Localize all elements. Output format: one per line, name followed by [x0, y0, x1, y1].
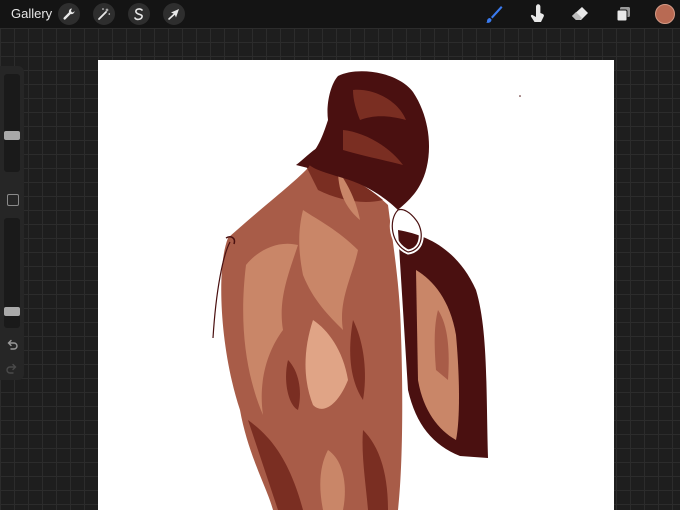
eraser-icon [572, 7, 588, 20]
smudge-icon [530, 4, 544, 22]
undo-button[interactable] [5, 337, 19, 351]
gallery-button[interactable]: Gallery [11, 6, 52, 21]
opacity-slider[interactable] [4, 218, 20, 328]
actions-button[interactable] [58, 3, 80, 25]
redo-arrow-icon [6, 363, 17, 374]
brush-size-thumb[interactable] [4, 131, 20, 141]
transform-button[interactable] [163, 3, 185, 25]
brush-size-slider[interactable] [4, 74, 20, 172]
brush-tool-button[interactable] [484, 4, 504, 24]
selection-icon [134, 8, 143, 21]
top-toolbar: Gallery [0, 0, 680, 28]
layers-button[interactable] [613, 4, 633, 24]
wrench-icon [63, 8, 75, 20]
adjustments-button[interactable] [93, 3, 115, 25]
back-illustration [212, 71, 521, 510]
drawing-canvas[interactable] [98, 60, 614, 510]
color-picker-button[interactable] [655, 4, 675, 24]
undo-arrow-icon [7, 339, 18, 350]
brush-icon [486, 6, 503, 23]
transform-arrow-icon [168, 9, 179, 20]
smudge-tool-button[interactable] [527, 4, 547, 24]
selection-button[interactable] [128, 3, 150, 25]
opacity-thumb[interactable] [4, 307, 20, 317]
magic-wand-icon [98, 8, 111, 20]
left-sidebar [0, 66, 24, 380]
eraser-tool-button[interactable] [570, 4, 590, 24]
redo-button[interactable] [5, 361, 19, 375]
layers-icon [616, 7, 630, 22]
modify-button[interactable] [7, 194, 19, 206]
